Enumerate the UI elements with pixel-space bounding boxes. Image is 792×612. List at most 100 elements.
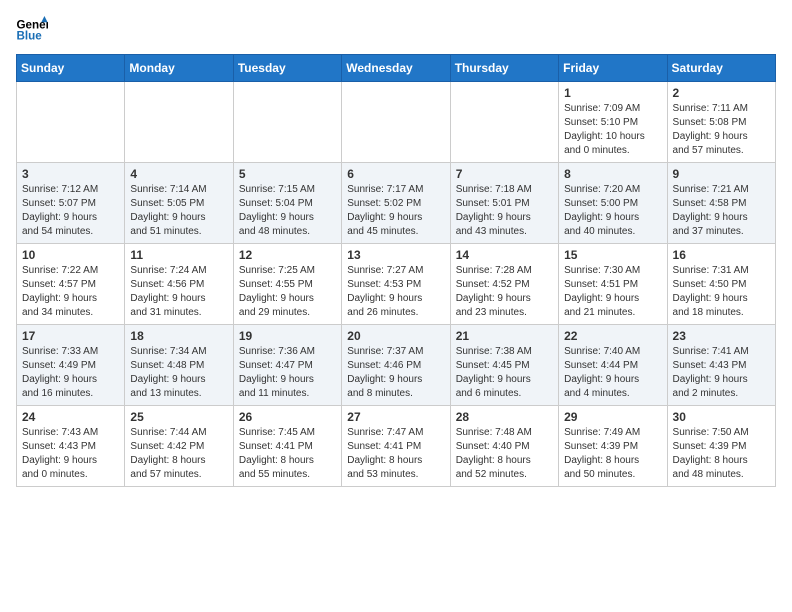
calendar-week-row: 24 Sunrise: 7:43 AM Sunset: 4:43 PM Dayli… — [17, 406, 776, 487]
calendar-cell — [342, 82, 450, 163]
calendar-cell: 3 Sunrise: 7:12 AM Sunset: 5:07 PM Daylig… — [17, 163, 125, 244]
day-info: Sunrise: 7:14 AM Sunset: 5:05 PM Dayligh… — [130, 183, 227, 239]
calendar-cell — [450, 82, 558, 163]
day-info: Sunrise: 7:37 AM Sunset: 4:46 PM Dayligh… — [347, 345, 444, 401]
calendar-cell: 4 Sunrise: 7:14 AM Sunset: 5:05 PM Daylig… — [125, 163, 233, 244]
day-number: 5 — [239, 167, 336, 181]
day-info: Sunrise: 7:20 AM Sunset: 5:00 PM Dayligh… — [564, 183, 661, 239]
weekday-header: Sunday — [17, 55, 125, 82]
calendar-cell: 14 Sunrise: 7:28 AM Sunset: 4:52 PM Dayli… — [450, 244, 558, 325]
calendar-cell: 11 Sunrise: 7:24 AM Sunset: 4:56 PM Dayli… — [125, 244, 233, 325]
day-info: Sunrise: 7:50 AM Sunset: 4:39 PM Dayligh… — [673, 426, 770, 482]
weekday-header: Friday — [559, 55, 667, 82]
calendar-cell: 23 Sunrise: 7:41 AM Sunset: 4:43 PM Dayli… — [667, 325, 775, 406]
day-info: Sunrise: 7:36 AM Sunset: 4:47 PM Dayligh… — [239, 345, 336, 401]
day-info: Sunrise: 7:22 AM Sunset: 4:57 PM Dayligh… — [22, 264, 119, 320]
day-number: 30 — [673, 410, 770, 424]
calendar-week-row: 17 Sunrise: 7:33 AM Sunset: 4:49 PM Dayli… — [17, 325, 776, 406]
calendar-cell: 1Sunrise: 7:09 AM Sunset: 5:10 PM Daylig… — [559, 82, 667, 163]
day-info: Sunrise: 7:27 AM Sunset: 4:53 PM Dayligh… — [347, 264, 444, 320]
calendar-cell: 9Sunrise: 7:21 AM Sunset: 4:58 PM Daylig… — [667, 163, 775, 244]
day-info: Sunrise: 7:28 AM Sunset: 4:52 PM Dayligh… — [456, 264, 553, 320]
day-number: 21 — [456, 329, 553, 343]
calendar-cell: 26 Sunrise: 7:45 AM Sunset: 4:41 PM Dayli… — [233, 406, 341, 487]
day-info: Sunrise: 7:43 AM Sunset: 4:43 PM Dayligh… — [22, 426, 119, 482]
day-info: Sunrise: 7:11 AM Sunset: 5:08 PM Dayligh… — [673, 102, 770, 158]
calendar-cell: 22Sunrise: 7:40 AM Sunset: 4:44 PM Dayli… — [559, 325, 667, 406]
day-info: Sunrise: 7:34 AM Sunset: 4:48 PM Dayligh… — [130, 345, 227, 401]
day-number: 10 — [22, 248, 119, 262]
calendar-cell: 28 Sunrise: 7:48 AM Sunset: 4:40 PM Dayli… — [450, 406, 558, 487]
day-info: Sunrise: 7:45 AM Sunset: 4:41 PM Dayligh… — [239, 426, 336, 482]
day-info: Sunrise: 7:15 AM Sunset: 5:04 PM Dayligh… — [239, 183, 336, 239]
logo: General Blue — [16, 16, 56, 44]
calendar-week-row: 10 Sunrise: 7:22 AM Sunset: 4:57 PM Dayli… — [17, 244, 776, 325]
day-number: 19 — [239, 329, 336, 343]
day-number: 15 — [564, 248, 661, 262]
day-info: Sunrise: 7:09 AM Sunset: 5:10 PM Dayligh… — [564, 102, 661, 158]
day-number: 29 — [564, 410, 661, 424]
calendar-cell: 30 Sunrise: 7:50 AM Sunset: 4:39 PM Dayli… — [667, 406, 775, 487]
calendar-cell: 13 Sunrise: 7:27 AM Sunset: 4:53 PM Dayli… — [342, 244, 450, 325]
day-number: 14 — [456, 248, 553, 262]
weekday-header: Monday — [125, 55, 233, 82]
calendar-header-row: SundayMondayTuesdayWednesdayThursdayFrid… — [17, 55, 776, 82]
calendar-cell: 8Sunrise: 7:20 AM Sunset: 5:00 PM Daylig… — [559, 163, 667, 244]
day-info: Sunrise: 7:38 AM Sunset: 4:45 PM Dayligh… — [456, 345, 553, 401]
calendar-cell: 2 Sunrise: 7:11 AM Sunset: 5:08 PM Daylig… — [667, 82, 775, 163]
day-info: Sunrise: 7:18 AM Sunset: 5:01 PM Dayligh… — [456, 183, 553, 239]
day-number: 3 — [22, 167, 119, 181]
day-number: 17 — [22, 329, 119, 343]
day-info: Sunrise: 7:33 AM Sunset: 4:49 PM Dayligh… — [22, 345, 119, 401]
calendar-cell: 19 Sunrise: 7:36 AM Sunset: 4:47 PM Dayli… — [233, 325, 341, 406]
day-number: 7 — [456, 167, 553, 181]
calendar-cell: 12Sunrise: 7:25 AM Sunset: 4:55 PM Dayli… — [233, 244, 341, 325]
day-info: Sunrise: 7:17 AM Sunset: 5:02 PM Dayligh… — [347, 183, 444, 239]
logo-icon: General Blue — [16, 16, 48, 44]
calendar-cell: 10 Sunrise: 7:22 AM Sunset: 4:57 PM Dayli… — [17, 244, 125, 325]
day-info: Sunrise: 7:21 AM Sunset: 4:58 PM Dayligh… — [673, 183, 770, 239]
calendar-cell: 15 Sunrise: 7:30 AM Sunset: 4:51 PM Dayli… — [559, 244, 667, 325]
calendar-cell: 5 Sunrise: 7:15 AM Sunset: 5:04 PM Daylig… — [233, 163, 341, 244]
calendar-week-row: 1Sunrise: 7:09 AM Sunset: 5:10 PM Daylig… — [17, 82, 776, 163]
day-info: Sunrise: 7:41 AM Sunset: 4:43 PM Dayligh… — [673, 345, 770, 401]
calendar-cell: 17 Sunrise: 7:33 AM Sunset: 4:49 PM Dayli… — [17, 325, 125, 406]
day-info: Sunrise: 7:47 AM Sunset: 4:41 PM Dayligh… — [347, 426, 444, 482]
calendar-cell: 29 Sunrise: 7:49 AM Sunset: 4:39 PM Dayli… — [559, 406, 667, 487]
day-info: Sunrise: 7:24 AM Sunset: 4:56 PM Dayligh… — [130, 264, 227, 320]
day-number: 24 — [22, 410, 119, 424]
calendar-week-row: 3 Sunrise: 7:12 AM Sunset: 5:07 PM Daylig… — [17, 163, 776, 244]
weekday-header: Wednesday — [342, 55, 450, 82]
calendar-cell: 21 Sunrise: 7:38 AM Sunset: 4:45 PM Dayli… — [450, 325, 558, 406]
day-info: Sunrise: 7:25 AM Sunset: 4:55 PM Dayligh… — [239, 264, 336, 320]
calendar-table: SundayMondayTuesdayWednesdayThursdayFrid… — [16, 54, 776, 487]
day-number: 18 — [130, 329, 227, 343]
day-number: 16 — [673, 248, 770, 262]
calendar-cell: 6 Sunrise: 7:17 AM Sunset: 5:02 PM Daylig… — [342, 163, 450, 244]
calendar-cell: 7 Sunrise: 7:18 AM Sunset: 5:01 PM Daylig… — [450, 163, 558, 244]
day-info: Sunrise: 7:30 AM Sunset: 4:51 PM Dayligh… — [564, 264, 661, 320]
calendar-cell — [233, 82, 341, 163]
day-info: Sunrise: 7:49 AM Sunset: 4:39 PM Dayligh… — [564, 426, 661, 482]
day-number: 20 — [347, 329, 444, 343]
calendar-cell — [125, 82, 233, 163]
page-header: General Blue — [16, 16, 776, 44]
day-number: 26 — [239, 410, 336, 424]
day-number: 11 — [130, 248, 227, 262]
weekday-header: Saturday — [667, 55, 775, 82]
day-number: 27 — [347, 410, 444, 424]
day-number: 28 — [456, 410, 553, 424]
day-info: Sunrise: 7:40 AM Sunset: 4:44 PM Dayligh… — [564, 345, 661, 401]
day-number: 23 — [673, 329, 770, 343]
calendar-cell: 24 Sunrise: 7:43 AM Sunset: 4:43 PM Dayli… — [17, 406, 125, 487]
day-info: Sunrise: 7:12 AM Sunset: 5:07 PM Dayligh… — [22, 183, 119, 239]
calendar-cell: 18 Sunrise: 7:34 AM Sunset: 4:48 PM Dayli… — [125, 325, 233, 406]
day-info: Sunrise: 7:48 AM Sunset: 4:40 PM Dayligh… — [456, 426, 553, 482]
day-number: 13 — [347, 248, 444, 262]
calendar-cell — [17, 82, 125, 163]
svg-text:Blue: Blue — [16, 29, 42, 42]
day-number: 6 — [347, 167, 444, 181]
calendar-cell: 25Sunrise: 7:44 AM Sunset: 4:42 PM Dayli… — [125, 406, 233, 487]
day-number: 2 — [673, 86, 770, 100]
day-number: 4 — [130, 167, 227, 181]
